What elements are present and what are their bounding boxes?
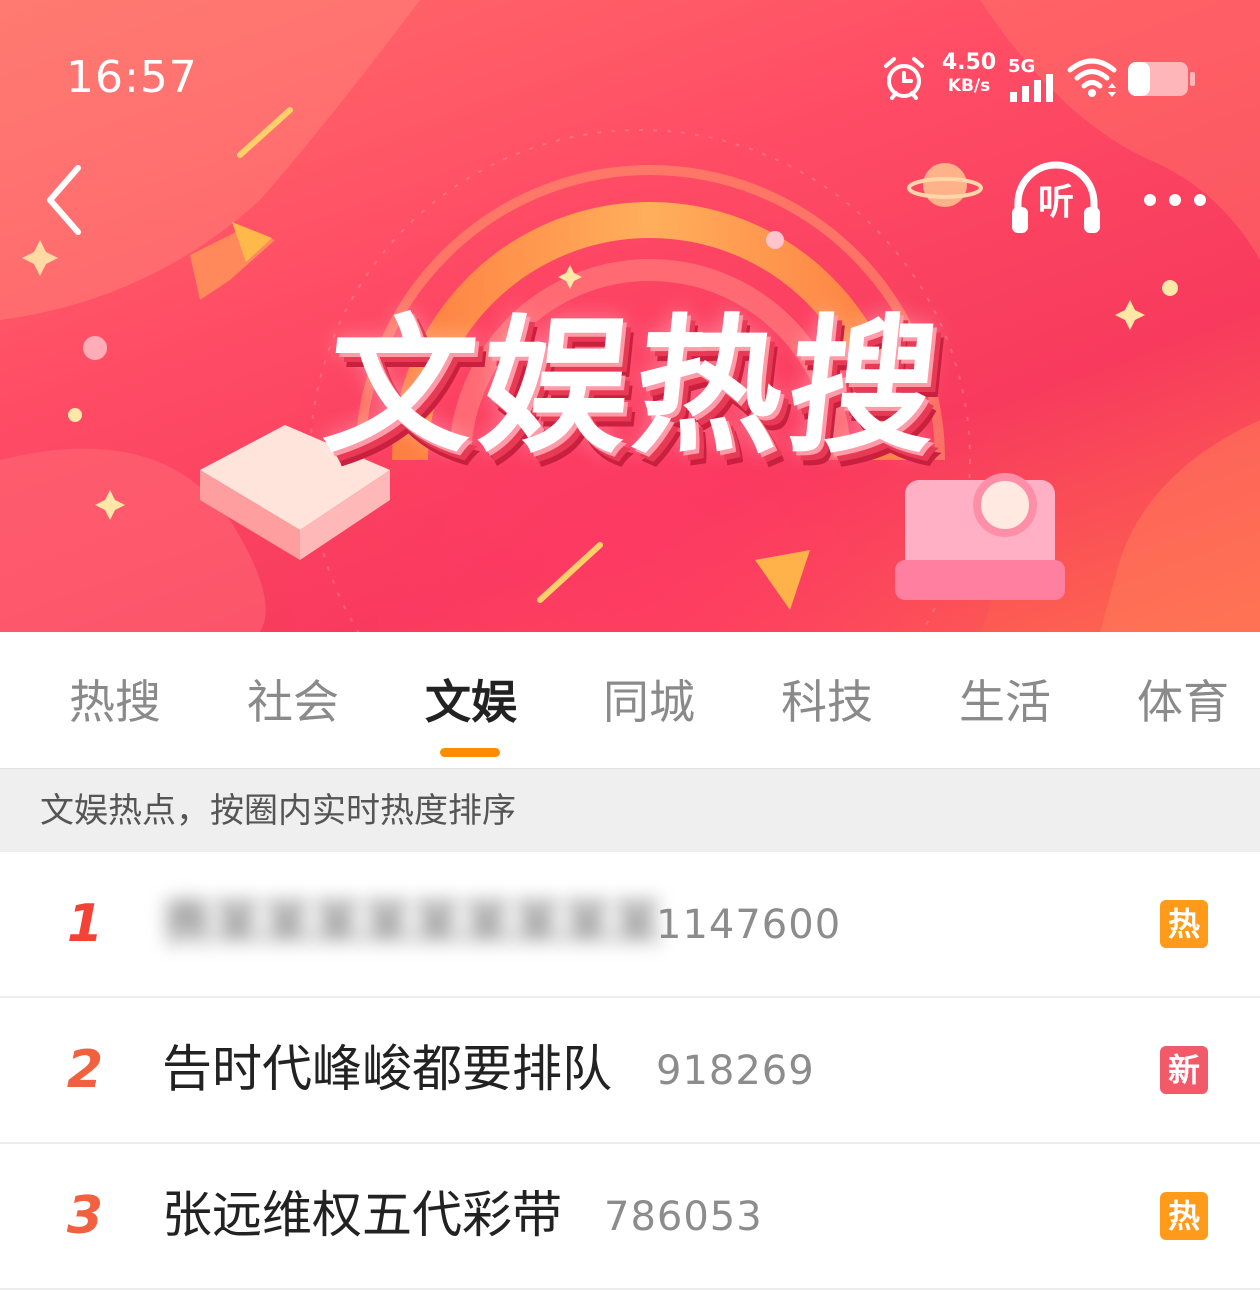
rank-number: 3 [66,1186,104,1246]
tab-life[interactable]: 生活 [935,672,1075,732]
tab-local[interactable]: 同城 [579,672,719,732]
list-item[interactable]: 3 张远维权五代彩带 786053 热 [0,1144,1260,1290]
heat-count: 1147600 [656,902,842,948]
status-bar: 16:57 4.50 KB/s 5G [0,0,1260,150]
list-description-text: 文娱热点，按圈内实时热度排序 [40,791,516,831]
more-dots-icon [1144,194,1206,206]
tab-society[interactable]: 社会 [223,672,363,732]
hot-badge: 热 [1160,1192,1208,1240]
category-tabs: 热搜 社会 文娱 同城 科技 生活 体育 [0,632,1260,768]
item-title: 告时代峰峻都要排队 [162,1040,612,1098]
rank-number: 2 [66,1040,104,1100]
active-tab-indicator [440,748,500,757]
tab-tech[interactable]: 科技 [757,672,897,732]
tab-hot-search[interactable]: 热搜 [45,672,185,732]
rank-number: 1 [66,894,104,954]
chevron-left-icon [47,165,81,235]
wifi-icon [1067,58,1117,97]
status-time: 16:57 [66,52,198,103]
item-title: 张远维权五代彩带 [162,1186,562,1244]
alarm-icon [884,57,924,100]
net-speed-unit: KB/s [947,76,991,96]
nav-bar: 听 [0,150,1260,250]
more-button[interactable] [1130,178,1220,222]
heat-count: 786053 [604,1194,763,1240]
list-description: 文娱热点，按圈内实时热度排序 [0,768,1260,852]
tab-entertainment[interactable]: 文娱 [401,672,541,732]
heat-count: 918269 [656,1048,815,1094]
new-badge: 新 [1160,1046,1208,1094]
net-speed: 4.50 KB/s [940,52,998,95]
list-item[interactable]: 1 赛某某某某某某某某某 1147600 热 [0,852,1260,998]
banner-title: 文娱热搜 [317,301,953,473]
banner: 16:57 4.50 KB/s 5G 听 文娱热搜 [0,0,1260,632]
item-title: 赛某某某某某某某某某 [162,894,662,952]
hot-badge: 热 [1160,900,1208,948]
tab-sports[interactable]: 体育 [1113,672,1253,732]
listen-label: 听 [1037,182,1074,223]
back-button[interactable] [30,160,100,240]
battery-icon [1128,62,1195,96]
list-item[interactable]: 2 告时代峰峻都要排队 918269 新 [0,998,1260,1144]
net-speed-value: 4.50 [941,50,997,75]
listen-button[interactable]: 听 [1008,155,1104,245]
signal-icon [1010,74,1053,102]
